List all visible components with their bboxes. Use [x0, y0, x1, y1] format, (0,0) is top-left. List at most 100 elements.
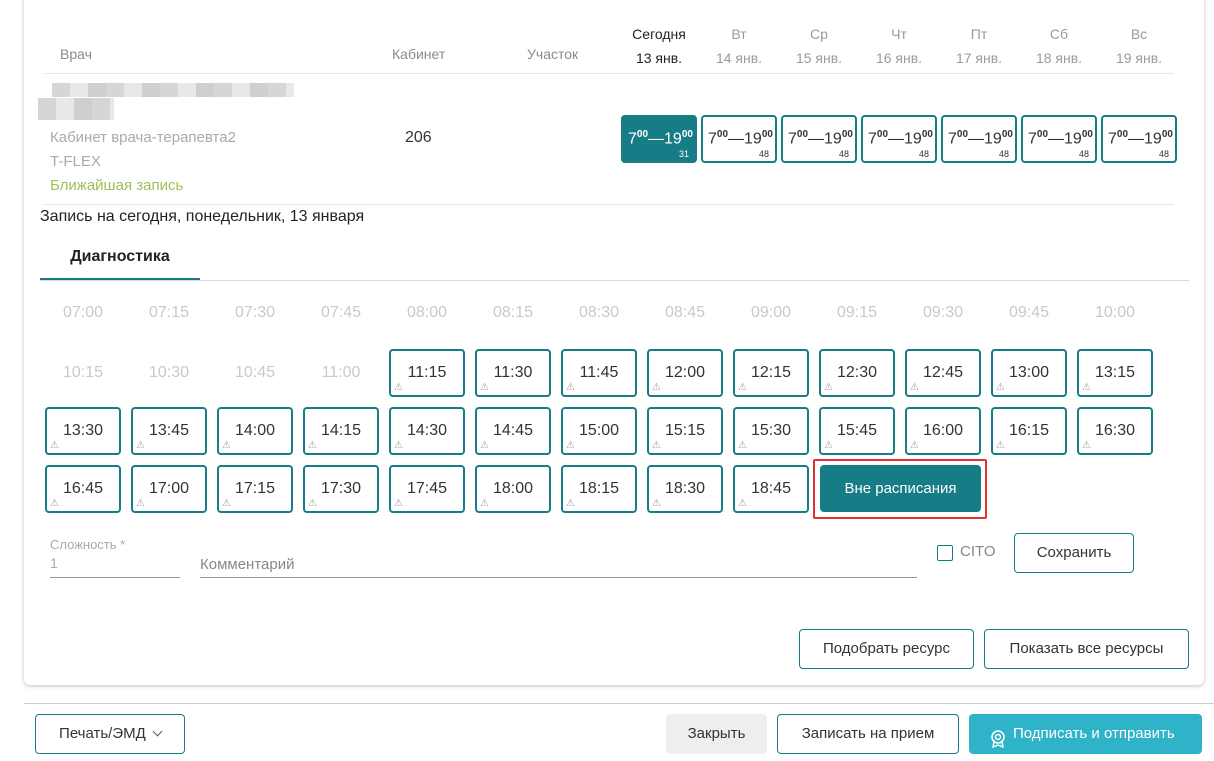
warning-icon: ⚠: [222, 498, 231, 509]
time-slot[interactable]: 13:15 ⚠: [1077, 349, 1153, 397]
blurred-doctor-name-2: [38, 98, 114, 120]
sign-and-send-label: Подписать и отправить: [1013, 725, 1175, 742]
time-slot-label: 16:00: [922, 422, 964, 439]
time-slot-label: 13:15: [1094, 364, 1136, 381]
time-slot[interactable]: 18:15 ⚠: [561, 465, 637, 513]
time-slot[interactable]: 12:00 ⚠: [647, 349, 723, 397]
cito-checkbox[interactable]: [937, 545, 953, 561]
sign-and-send-button[interactable]: Подписать и отправить: [969, 714, 1202, 754]
slot-count: 48: [1158, 149, 1169, 159]
time-slot-label: 13:30: [62, 422, 104, 439]
warning-icon: ⚠: [136, 498, 145, 509]
time-slot[interactable]: 14:15 ⚠: [303, 407, 379, 455]
warning-icon: ⚠: [308, 440, 317, 451]
time-slot[interactable]: 14:00 ⚠: [217, 407, 293, 455]
time-slot[interactable]: 16:30 ⚠: [1077, 407, 1153, 455]
time-slot[interactable]: 13:30 ⚠: [45, 407, 121, 455]
cito-label: CITO: [960, 543, 996, 560]
time-slot[interactable]: 14:30 ⚠: [389, 407, 465, 455]
cabinet-number: 206: [405, 129, 432, 146]
save-button[interactable]: Сохранить: [1014, 533, 1134, 573]
warning-icon: ⚠: [652, 498, 661, 509]
time-slot-label: 18:00: [492, 480, 534, 497]
footer-divider: [24, 703, 1214, 704]
day-name: Ср: [810, 26, 828, 42]
blurred-doctor-name: [52, 83, 294, 97]
schedule-cell-3[interactable]: 700—1900 48: [861, 115, 937, 163]
time-slot-unavailable: 07:15: [148, 304, 190, 321]
time-slot[interactable]: 12:45 ⚠: [905, 349, 981, 397]
slot-count: 48: [838, 149, 849, 159]
warning-icon: ⚠: [394, 440, 403, 451]
time-slot[interactable]: 14:45 ⚠: [475, 407, 551, 455]
warning-icon: ⚠: [480, 440, 489, 451]
warning-icon: ⚠: [50, 440, 59, 451]
warning-icon: ⚠: [996, 440, 1005, 451]
comment-underline: [200, 577, 917, 578]
time-slot[interactable]: 15:45 ⚠: [819, 407, 895, 455]
time-slot[interactable]: 15:00 ⚠: [561, 407, 637, 455]
day-date: 13 янв.: [635, 50, 683, 66]
time-slot[interactable]: 17:30 ⚠: [303, 465, 379, 513]
time-slot[interactable]: 11:30 ⚠: [475, 349, 551, 397]
row-divider: [44, 204, 1174, 205]
time-slot[interactable]: 16:15 ⚠: [991, 407, 1067, 455]
schedule-cell-5[interactable]: 700—1900 48: [1021, 115, 1097, 163]
schedule-cell-1[interactable]: 700—1900 48: [701, 115, 777, 163]
close-button[interactable]: Закрыть: [666, 714, 767, 754]
time-slot[interactable]: 17:00 ⚠: [131, 465, 207, 513]
warning-icon: ⚠: [1082, 382, 1091, 393]
cabinet-column-header: Кабинет: [392, 46, 446, 62]
time-slot[interactable]: 15:15 ⚠: [647, 407, 723, 455]
time-slot[interactable]: 16:45 ⚠: [45, 465, 121, 513]
signature-seal-icon: [989, 724, 1007, 749]
time-slot[interactable]: 18:30 ⚠: [647, 465, 723, 513]
time-slot[interactable]: 18:00 ⚠: [475, 465, 551, 513]
cabinet-name: Кабинет врача-терапевта2: [50, 129, 236, 146]
time-slot[interactable]: 13:45 ⚠: [131, 407, 207, 455]
schedule-cell-6[interactable]: 700—1900 48: [1101, 115, 1177, 163]
time-slot-label: 15:15: [664, 422, 706, 439]
warning-icon: ⚠: [738, 382, 747, 393]
complexity-label: Сложность *: [50, 537, 126, 552]
schedule-cell-4[interactable]: 700—1900 48: [941, 115, 1017, 163]
comment-input[interactable]: Комментарий: [200, 556, 294, 573]
time-slot[interactable]: 15:30 ⚠: [733, 407, 809, 455]
slot-count: 48: [998, 149, 1009, 159]
schedule-cell-0[interactable]: 700—1900 31: [621, 115, 697, 163]
complexity-input[interactable]: 1: [50, 555, 58, 571]
day-header-6: Вс 19 янв.: [1104, 22, 1174, 70]
time-slot-label: 16:30: [1094, 422, 1136, 439]
tab-diagnostics[interactable]: Диагностика: [40, 240, 200, 280]
warning-icon: ⚠: [652, 382, 661, 393]
nearest-appointment-link[interactable]: Ближайшая запись: [50, 177, 183, 194]
show-all-resources-button[interactable]: Показать все ресурсы: [984, 629, 1189, 669]
time-slot[interactable]: 11:15 ⚠: [389, 349, 465, 397]
schedule-time: 700—1900: [868, 129, 933, 148]
time-slot[interactable]: 12:30 ⚠: [819, 349, 895, 397]
book-appointment-button[interactable]: Записать на прием: [777, 714, 959, 754]
time-slot-unavailable: 09:30: [922, 304, 964, 321]
print-emd-button[interactable]: Печать/ЭМД: [35, 714, 185, 754]
warning-icon: ⚠: [996, 382, 1005, 393]
day-date: 15 янв.: [795, 50, 843, 66]
schedule-time: 700—1900: [708, 129, 773, 148]
time-slot[interactable]: 13:00 ⚠: [991, 349, 1067, 397]
time-slot[interactable]: 18:45 ⚠: [733, 465, 809, 513]
warning-icon: ⚠: [910, 382, 919, 393]
time-slot[interactable]: 16:00 ⚠: [905, 407, 981, 455]
day-header-2: Ср 15 янв.: [784, 22, 854, 70]
time-slot-unavailable: 08:30: [578, 304, 620, 321]
pick-resource-button[interactable]: Подобрать ресурс: [799, 629, 974, 669]
out-of-schedule-button[interactable]: Вне расписания: [820, 465, 981, 512]
schedule-cell-2[interactable]: 700—1900 48: [781, 115, 857, 163]
time-slot[interactable]: 11:45 ⚠: [561, 349, 637, 397]
warning-icon: ⚠: [910, 440, 919, 451]
time-slot[interactable]: 17:45 ⚠: [389, 465, 465, 513]
time-slot-label: 11:45: [579, 364, 619, 381]
warning-icon: ⚠: [394, 382, 403, 393]
slot-count: 48: [1078, 149, 1089, 159]
time-slot[interactable]: 12:15 ⚠: [733, 349, 809, 397]
time-slot[interactable]: 17:15 ⚠: [217, 465, 293, 513]
time-slot-label: 18:30: [664, 480, 706, 497]
